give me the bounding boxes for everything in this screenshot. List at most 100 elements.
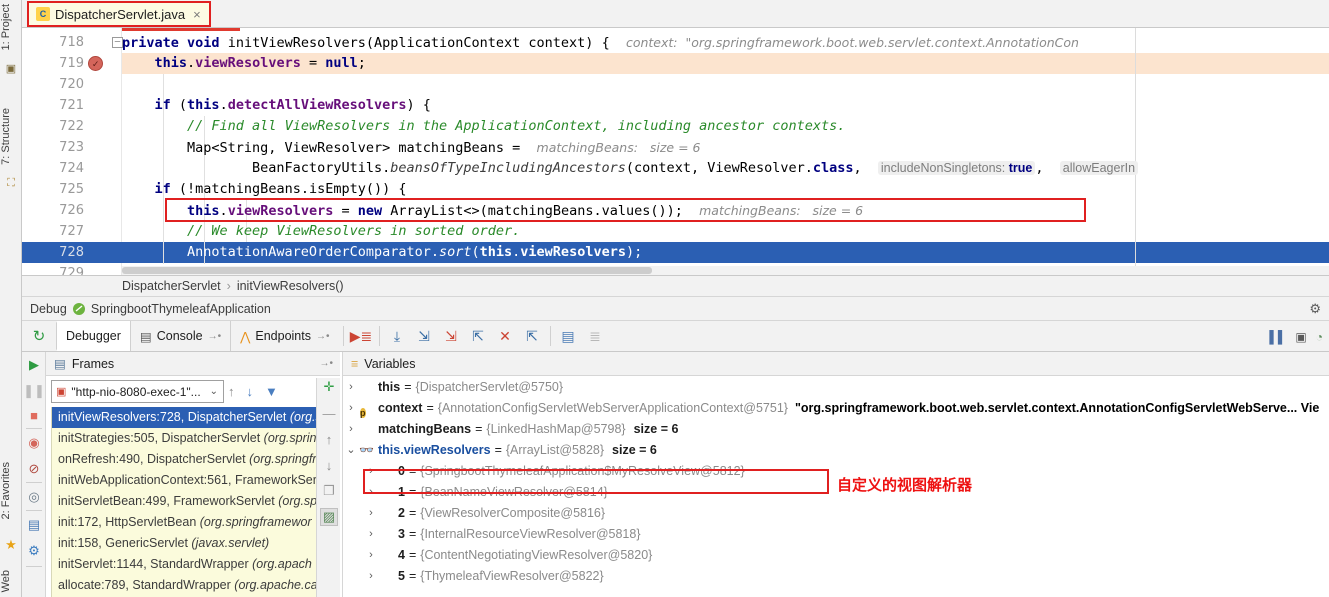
- variable-row-0[interactable]: › 0 = {SpringbootThymeleafApplication$My…: [343, 461, 1329, 482]
- run-configuration-name[interactable]: SpringbootThymeleafApplication: [91, 302, 271, 316]
- frame-up-icon[interactable]: ↑: [228, 384, 235, 399]
- field-icon: [379, 486, 394, 499]
- layout-settings-icon[interactable]: ▤: [25, 516, 43, 534]
- expand-arrow-icon[interactable]: ›: [343, 419, 359, 440]
- breadcrumb-method[interactable]: initViewResolvers(): [237, 279, 344, 293]
- drop-frame-icon[interactable]: ✕: [492, 321, 519, 351]
- divider: [26, 510, 42, 511]
- tab-endpoints[interactable]: ⋀ Endpoints →•: [230, 321, 339, 351]
- rerun-icon[interactable]: ↻: [22, 321, 56, 351]
- variable-row-4[interactable]: › 4 = {ContentNegotiatingViewResolver@58…: [343, 545, 1329, 566]
- frame-row[interactable]: allocate:789, StandardWrapper (org.apach…: [52, 575, 316, 596]
- variable-row-matchingbeans[interactable]: › matchingBeans = {LinkedHashMap@5798} s…: [343, 419, 1329, 440]
- frame-row[interactable]: onRefresh:490, DispatcherServlet (org.sp…: [52, 449, 316, 470]
- toolbar-right-actions: ▌▌ ▣ ◔: [1269, 321, 1323, 352]
- resume-program-icon[interactable]: ▶: [25, 356, 43, 374]
- frames-list[interactable]: initViewResolvers:728, DispatcherServlet…: [51, 407, 316, 597]
- tab-debugger[interactable]: Debugger: [56, 321, 130, 351]
- java-class-icon: C: [36, 7, 50, 21]
- variable-row-3[interactable]: › 3 = {InternalResourceViewResolver@5818…: [343, 524, 1329, 545]
- frame-row[interactable]: initServlet:1144, StandardWrapper (org.a…: [52, 554, 316, 575]
- stop-icon[interactable]: ■: [25, 406, 43, 424]
- run-to-cursor-icon[interactable]: ⇱: [519, 321, 546, 351]
- pause-program-icon[interactable]: ❚❚: [23, 382, 45, 400]
- variables-list[interactable]: › this = {DispatcherServlet@5750} › p co…: [343, 377, 1329, 597]
- frame-row-package: (org.apach: [252, 557, 312, 571]
- show-execution-point-icon[interactable]: ▶≣: [348, 321, 375, 351]
- frame-row[interactable]: initViewResolvers:728, DispatcherServlet…: [52, 407, 316, 428]
- variable-name: this.viewResolvers: [378, 443, 491, 457]
- expand-arrow-icon[interactable]: ›: [363, 461, 379, 482]
- chevron-down-icon[interactable]: ⌄: [210, 386, 218, 397]
- expand-arrow-icon[interactable]: ›: [363, 503, 379, 524]
- thread-dump-icon[interactable]: ▌▌: [1269, 330, 1286, 344]
- equals-sign: =: [426, 401, 434, 415]
- frame-row[interactable]: initServletBean:499, FrameworkServlet (o…: [52, 491, 316, 512]
- layout-icon[interactable]: ≣: [582, 321, 609, 351]
- inspect-icon[interactable]: ▨: [320, 508, 338, 526]
- frame-down-icon[interactable]: ↓: [247, 384, 254, 399]
- thread-selector[interactable]: ▣ "http-nio-8080-exec-1"... ⌄: [51, 380, 224, 403]
- variable-row-viewresolvers[interactable]: ⌄ 👓 this.viewResolvers = {ArrayList@5828…: [343, 440, 1329, 461]
- frame-row[interactable]: initStrategies:505, DispatcherServlet (o…: [52, 428, 316, 449]
- sidebar-item-favorites-label: 2: Favorites: [0, 462, 12, 520]
- tab-console[interactable]: ▤ Console →•: [129, 321, 231, 351]
- frame-row[interactable]: init:172, HttpServletBean (org.springfra…: [52, 512, 316, 533]
- expand-arrow-icon[interactable]: ›: [363, 482, 379, 503]
- editor-horizontal-scrollbar[interactable]: [122, 266, 1329, 275]
- breadcrumb-class[interactable]: DispatcherServlet: [122, 279, 221, 293]
- collapse-arrow-icon[interactable]: ⌄: [343, 440, 359, 461]
- step-out-icon[interactable]: ⇱: [465, 321, 492, 351]
- settings-gear-icon[interactable]: ⚙: [25, 542, 43, 560]
- code-editor[interactable]: 718 719 720 721 722 723 724 725 726 727 …: [22, 28, 1329, 275]
- move-up-icon[interactable]: ↑: [320, 430, 338, 448]
- variable-row-this[interactable]: › this = {DispatcherServlet@5750}: [343, 377, 1329, 398]
- variable-value: {AnnotationConfigServletWebServerApplica…: [437, 401, 788, 415]
- overhead-icon[interactable]: ◔: [1316, 330, 1323, 344]
- remove-watch-icon[interactable]: —: [320, 404, 338, 422]
- pin-icon[interactable]: →•: [208, 331, 222, 342]
- frame-row[interactable]: init:158, GenericServlet (javax.servlet): [52, 533, 316, 554]
- force-step-into-icon[interactable]: ⇲: [438, 321, 465, 351]
- filter-frames-icon[interactable]: ▼: [265, 384, 278, 399]
- frame-row-text: initServletBean:499, FrameworkServlet: [58, 494, 279, 508]
- search-icon[interactable]: ▣: [1295, 330, 1306, 344]
- pin-icon[interactable]: →•: [316, 331, 330, 342]
- variable-row-1[interactable]: › 1 = {BeanNameViewResolver@5814}: [343, 482, 1329, 503]
- variable-row-2[interactable]: › 2 = {ViewResolverComposite@5816}: [343, 503, 1329, 524]
- editor-tab-dispatcherservlet[interactable]: C DispatcherServlet.java ×: [27, 1, 211, 27]
- expand-arrow-icon[interactable]: ›: [363, 566, 379, 587]
- scrollbar-thumb[interactable]: [122, 267, 652, 274]
- pin-icon[interactable]: →•: [319, 358, 333, 369]
- line-number: 718: [59, 35, 84, 50]
- frame-row[interactable]: initWebApplicationContext:561, Framework…: [52, 470, 316, 491]
- variable-row-5[interactable]: › 5 = {ThymeleafViewResolver@5822}: [343, 566, 1329, 587]
- expand-arrow-icon[interactable]: ›: [343, 398, 359, 419]
- sidebar-item-web[interactable]: Web: [0, 570, 22, 592]
- add-watch-icon[interactable]: ✛: [320, 378, 338, 396]
- evaluate-expression-icon[interactable]: ▤: [555, 321, 582, 351]
- frame-row-package: (org.s: [289, 410, 316, 424]
- view-breakpoints-icon[interactable]: ◉: [25, 434, 43, 452]
- copy-icon[interactable]: ❐: [320, 482, 338, 500]
- field-icon: [379, 549, 394, 562]
- expand-arrow-icon[interactable]: ›: [363, 545, 379, 566]
- editor-tab-bar: C DispatcherServlet.java ×: [22, 0, 1329, 28]
- gear-icon[interactable]: ⚙: [1309, 301, 1321, 317]
- step-into-icon[interactable]: ⇲: [411, 321, 438, 351]
- inline-hint-matchingbeans-726: matchingBeans: size = 6: [699, 203, 864, 218]
- mute-breakpoints-icon[interactable]: ⊘: [25, 460, 43, 478]
- sidebar-item-favorites[interactable]: 2: Favorites: [0, 462, 22, 519]
- move-down-icon[interactable]: ↓: [320, 456, 338, 474]
- step-over-icon[interactable]: ⤓: [384, 321, 411, 351]
- close-icon[interactable]: ×: [193, 7, 201, 22]
- field-icon: [379, 528, 394, 541]
- inline-hint-matchingbeans-723: matchingBeans: size = 6: [536, 140, 701, 155]
- variable-row-context[interactable]: › p context = {AnnotationConfigServletWe…: [343, 398, 1329, 419]
- expand-arrow-icon[interactable]: ›: [343, 377, 359, 398]
- sidebar-item-structure[interactable]: 7: Structure: [0, 108, 22, 165]
- snapshot-icon[interactable]: ◎: [25, 488, 43, 506]
- breakpoint-icon[interactable]: ✓: [88, 56, 103, 71]
- expand-arrow-icon[interactable]: ›: [363, 524, 379, 545]
- sidebar-item-project[interactable]: 1: Project: [0, 4, 22, 50]
